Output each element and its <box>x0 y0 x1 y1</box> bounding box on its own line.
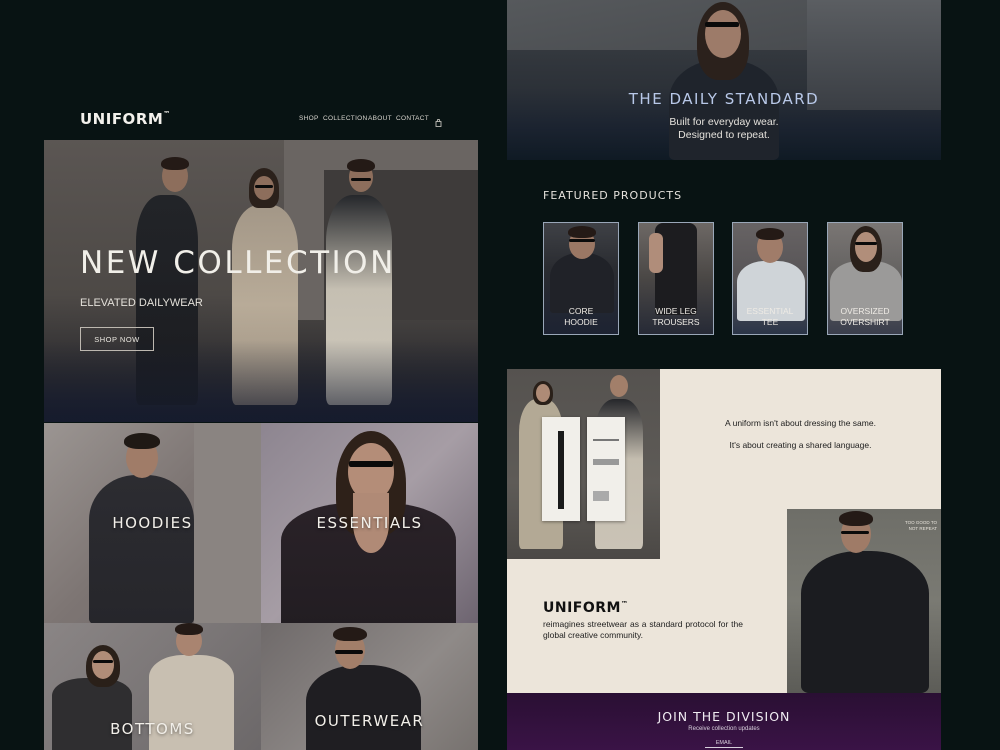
category-label: OUTERWEAR <box>314 712 425 730</box>
category-label: ESSENTIALS <box>316 514 423 532</box>
product-name: OVERSIZED OVERSHIRT <box>840 306 890 327</box>
nav-about[interactable]: ABOUT <box>368 115 392 122</box>
category-label: BOTTOMS <box>110 720 195 738</box>
newsletter-title: JOIN THE DIVISION <box>657 709 791 724</box>
category-tile-hoodies[interactable]: HOODIES <box>44 423 261 623</box>
category-tile-essentials[interactable]: ESSENTIALS <box>261 423 478 623</box>
about-quote: A uniform isn't about dressing the same. <box>725 418 876 428</box>
category-tile-outerwear[interactable]: OUTERWEAR <box>261 623 478 750</box>
product-card[interactable]: ESSENTIAL TEE <box>732 222 808 335</box>
product-card[interactable]: WIDE LEG TROUSERS <box>638 222 714 335</box>
newsletter-subtitle: Receive collection updates <box>688 726 760 732</box>
banner-text-line: Built for everyday wear. <box>669 116 779 128</box>
hero-image <box>44 140 478 422</box>
lookbook-image-tags <box>507 369 660 559</box>
banner-title: THE DAILY STANDARD <box>628 90 820 108</box>
nav-contact[interactable]: CONTACT <box>396 115 429 122</box>
lookbook-image-sweater <box>787 509 941 693</box>
banner-text-line: Designed to repeat. <box>678 129 770 141</box>
nav-collection[interactable]: COLLECTION <box>323 115 368 122</box>
product-name: WIDE LEG TROUSERS <box>652 306 700 327</box>
shop-now-button[interactable]: SHOP NOW <box>80 327 154 351</box>
product-card[interactable]: CORE HOODIE <box>543 222 619 335</box>
brand-logo[interactable]: UNIFORM™ <box>80 110 171 128</box>
about-logo: UNIFORM™ <box>543 600 629 616</box>
shopping-bag-icon[interactable] <box>435 114 442 127</box>
product-card[interactable]: OVERSIZED OVERSHIRT <box>827 222 903 335</box>
email-underline <box>705 747 743 748</box>
tag-text: TOO GOOD TO NOT REPEAT <box>905 520 938 531</box>
category-label: HOODIES <box>112 514 193 532</box>
nav-shop[interactable]: SHOP <box>299 115 319 122</box>
product-name: ESSENTIAL TEE <box>746 306 794 327</box>
hero-subtitle: ELEVATED DAILYWEAR <box>80 297 203 309</box>
hero-title: NEW COLLECTION <box>80 245 396 281</box>
category-tile-bottoms[interactable]: BOTTOMS <box>44 623 261 750</box>
featured-products-title: FEATURED PRODUCTS <box>543 189 683 202</box>
about-quote: It's about creating a shared language. <box>729 440 872 450</box>
about-text: reimagines streetwear as a standard prot… <box>543 619 743 640</box>
product-name: CORE HOODIE <box>564 306 598 327</box>
email-field[interactable]: EMAIL <box>707 740 741 746</box>
